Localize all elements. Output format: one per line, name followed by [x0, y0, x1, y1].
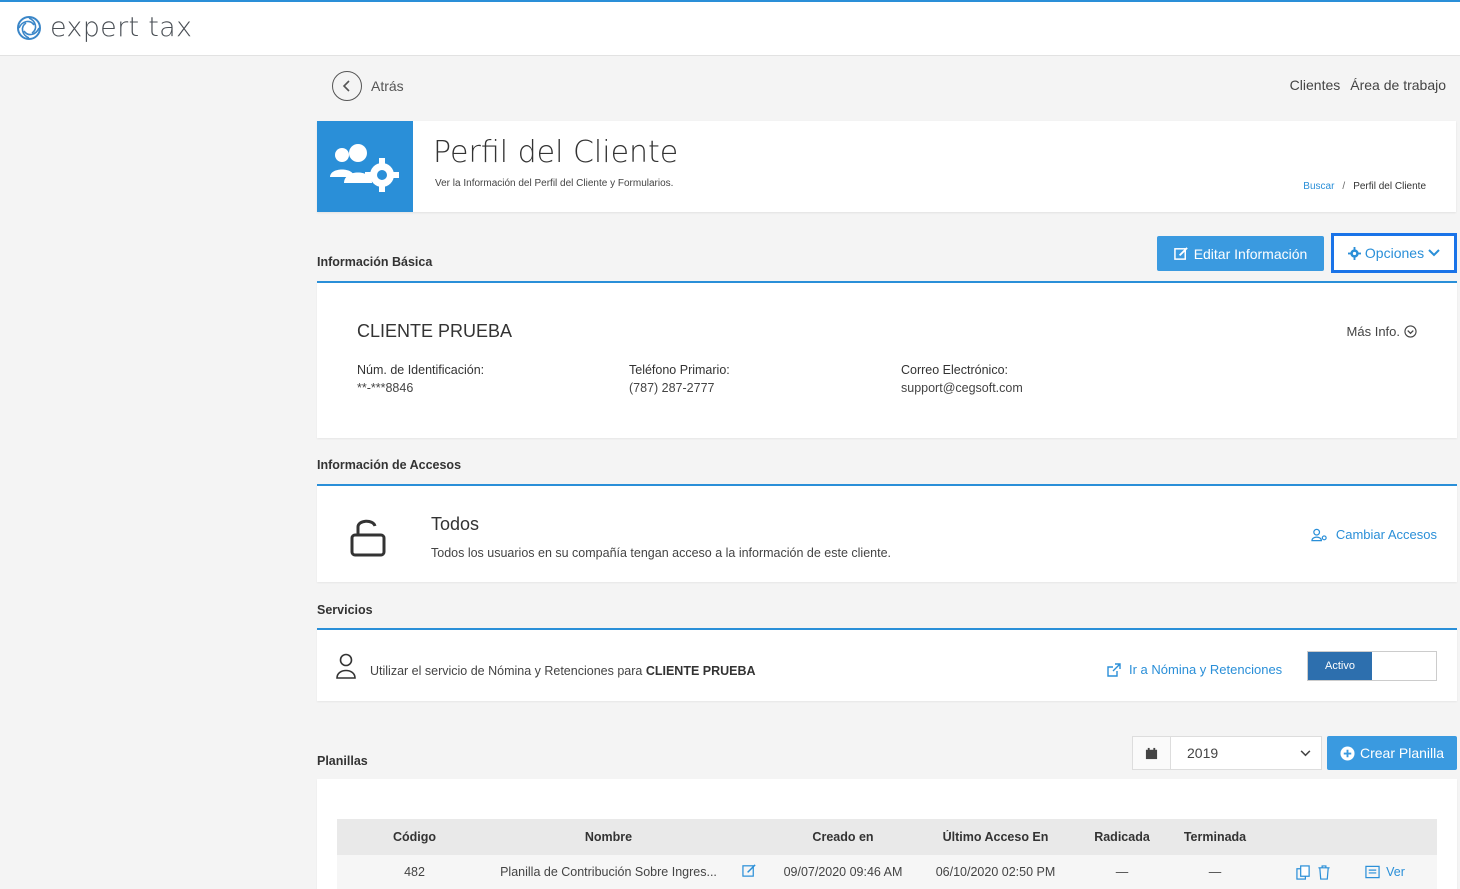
external-link-icon — [1107, 662, 1121, 677]
users-gear-icon — [317, 121, 413, 212]
user-key-icon — [1311, 528, 1327, 541]
breadcrumb: Buscar / Perfil del Cliente — [1303, 181, 1426, 192]
field-email: Correo Electrónico: support@cegsoft.com — [901, 363, 1023, 395]
table-header: Código Nombre Creado en Último Acceso En… — [337, 819, 1437, 855]
field-value: **-***8846 — [357, 381, 414, 395]
field-value: support@cegsoft.com — [901, 381, 1023, 395]
unlock-icon — [350, 519, 386, 557]
field-label: Núm. de Identificación: — [357, 363, 485, 377]
go-to-payroll-link[interactable]: Ir a Nómina y Retenciones — [1107, 662, 1282, 677]
cell-radicada: — — [1115, 865, 1129, 879]
top-nav: Clientes Área de trabajo — [1290, 77, 1446, 93]
planillas-card: Código Nombre Creado en Último Acceso En… — [317, 779, 1457, 889]
trash-icon[interactable] — [1317, 864, 1331, 880]
calendar-icon — [1133, 737, 1171, 769]
page-header: Perfil del Cliente Ver la Información de… — [317, 121, 1456, 212]
copy-icon[interactable] — [1296, 864, 1311, 880]
create-planilla-label: Crear Planilla — [1359, 745, 1445, 761]
cell-codigo: 482 — [404, 865, 425, 879]
table-row: 482 Planilla de Contribución Sobre Ingre… — [337, 855, 1437, 889]
access-level-title: Todos — [431, 514, 480, 534]
column-header: Radicada — [1094, 830, 1150, 844]
row-actions: Ver — [1264, 864, 1437, 880]
brand-logo[interactable]: expert tax — [16, 12, 192, 43]
column-header: Nombre — [584, 830, 633, 844]
cell-terminada: — — [1208, 865, 1222, 879]
toggle-active-label: Activo — [1308, 652, 1372, 680]
access-level-description: Todos los usuarios en su compañía tengan… — [431, 546, 891, 560]
year-value: 2019 — [1187, 745, 1219, 761]
chevron-down-icon — [1428, 249, 1440, 257]
create-planilla-button[interactable]: Crear Planilla — [1327, 736, 1457, 770]
nav-link-area-de-trabajo[interactable]: Área de trabajo — [1350, 77, 1446, 93]
client-name: CLIENTE PRUEBA — [357, 321, 513, 341]
planillas-table: Código Nombre Creado en Último Acceso En… — [337, 819, 1437, 889]
column-header: Creado en — [812, 830, 874, 844]
back-label: Atrás — [371, 78, 404, 94]
change-access-link[interactable]: Cambiar Accesos — [1311, 527, 1437, 542]
year-select[interactable]: 2019 — [1171, 737, 1321, 769]
column-header: Último Acceso En — [942, 830, 1049, 844]
field-label: Teléfono Primario: — [629, 363, 730, 377]
change-access-label: Cambiar Accesos — [1335, 527, 1437, 542]
service-active-toggle[interactable]: Activo — [1307, 651, 1437, 681]
circle-chevron-down-icon — [1404, 325, 1417, 338]
service-client-name: CLIENTE PRUEBA — [645, 664, 756, 678]
brand-name: expert tax — [50, 12, 193, 43]
field-value: (787) 287-2777 — [629, 381, 715, 395]
more-info-toggle[interactable]: Más Info. — [1347, 324, 1417, 339]
chevron-left-icon — [332, 71, 362, 101]
breadcrumb-current: Perfil del Cliente — [1353, 181, 1426, 192]
edit-info-button[interactable]: Editar Información — [1157, 236, 1324, 271]
field-id-number: Núm. de Identificación: **-***8846 — [357, 363, 484, 395]
cell-nombre: Planilla de Contribución Sobre Ingres... — [500, 865, 717, 879]
column-header: Código — [392, 830, 437, 844]
access-info-card: Todos Todos los usuarios en su compañía … — [317, 484, 1457, 582]
breadcrumb-link-buscar[interactable]: Buscar — [1303, 181, 1334, 192]
section-title-access: Información de Accesos — [317, 458, 462, 472]
breadcrumb-separator: / — [1342, 181, 1346, 192]
field-label: Correo Electrónico: — [901, 363, 1008, 377]
section-title-services: Servicios — [317, 603, 373, 617]
edit-row-icon[interactable] — [725, 863, 773, 881]
section-title-planillas: Planillas — [317, 754, 368, 768]
nav-link-clientes[interactable]: Clientes — [1290, 77, 1341, 93]
column-header: Terminada — [1183, 830, 1247, 844]
section-title-basic: Información Básica — [317, 255, 433, 269]
go-to-payroll-label: Ir a Nómina y Retenciones — [1129, 662, 1283, 677]
user-outline-icon — [336, 653, 356, 679]
chevron-down-icon — [1300, 749, 1311, 756]
service-text: Utilizar el servicio de Nómina y Retenci… — [370, 664, 643, 678]
edit-icon — [1173, 247, 1188, 260]
options-dropdown-button[interactable]: Opciones — [1331, 233, 1457, 273]
page-title: Perfil del Cliente — [433, 135, 679, 170]
year-selector[interactable]: 2019 — [1132, 736, 1322, 770]
options-label: Opciones — [1364, 245, 1425, 261]
top-bar: expert tax — [0, 0, 1460, 56]
gear-icon — [1347, 246, 1361, 260]
back-button[interactable]: Atrás — [332, 71, 404, 101]
more-info-label: Más Info. — [1346, 324, 1400, 339]
view-link[interactable]: Ver — [1386, 865, 1405, 879]
cell-ultimo-acceso: 06/10/2020 02:50 PM — [935, 865, 1056, 879]
cell-creado: 09/07/2020 09:46 AM — [783, 865, 903, 879]
plus-circle-icon — [1340, 745, 1355, 761]
page-subtitle: Ver la Información del Perfil del Client… — [435, 178, 674, 189]
service-description: Utilizar el servicio de Nómina y Retenci… — [370, 664, 756, 678]
edit-info-label: Editar Información — [1193, 245, 1308, 262]
view-form-icon[interactable] — [1365, 865, 1380, 879]
swirl-logo-icon — [17, 15, 41, 40]
basic-info-card: CLIENTE PRUEBA Más Info. Núm. de Identif… — [317, 281, 1457, 438]
field-primary-phone: Teléfono Primario: (787) 287-2777 — [629, 363, 730, 395]
services-card: Utilizar el servicio de Nómina y Retenci… — [317, 628, 1457, 701]
